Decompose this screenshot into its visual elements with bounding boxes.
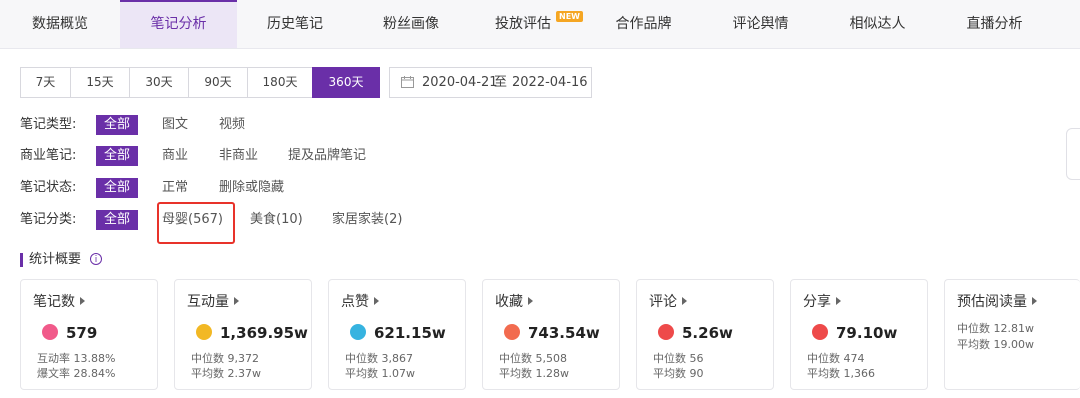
card-sub1: 互动率 13.88%: [37, 352, 116, 365]
section-title: 统计概要: [29, 252, 82, 267]
option-commercial[interactable]: 商业: [162, 146, 188, 166]
stat-card-collects[interactable]: 收藏 743.54w 中位数 5,508 平均数 1.28w: [482, 279, 620, 390]
section-bar: [20, 253, 23, 267]
tab-history-notes[interactable]: 历史笔记: [237, 0, 353, 48]
stat-card-shares[interactable]: 分享 79.10w 中位数 474 平均数 1,366: [790, 279, 928, 390]
caret-right-icon: [374, 297, 379, 305]
tab-overview[interactable]: 数据概览: [0, 0, 120, 48]
filter-label: 商业笔记:: [20, 148, 77, 163]
calendar-icon: [401, 76, 414, 88]
option-all[interactable]: 全部: [96, 178, 139, 198]
option-home[interactable]: 家居家装(2): [332, 210, 402, 230]
stat-card-likes[interactable]: 点赞 621.15w 中位数 3,867 平均数 1.07w: [328, 279, 466, 390]
caret-right-icon: [1032, 297, 1037, 305]
card-title: 点赞: [341, 291, 379, 311]
stat-card-notes[interactable]: 笔记数 579 互动率 13.88% 爆文率 28.84%: [20, 279, 158, 390]
range-15d[interactable]: 15天: [70, 67, 130, 98]
caret-right-icon: [234, 297, 239, 305]
card-sub2: 爆文率 28.84%: [37, 367, 116, 380]
caret-right-icon: [682, 297, 687, 305]
thumb-icon: [350, 324, 366, 340]
option-video[interactable]: 视频: [219, 115, 245, 135]
card-sub2: 平均数 2.37w: [191, 367, 261, 380]
card-title: 分享: [803, 291, 841, 311]
card-value: 621.15w: [374, 324, 446, 342]
caret-right-icon: [836, 297, 841, 305]
option-deleted-hidden[interactable]: 删除或隐藏: [219, 178, 284, 198]
card-sub2: 平均数 90: [653, 367, 704, 380]
card-sub1: 中位数 5,508: [499, 352, 567, 365]
card-title: 预估阅读量: [957, 291, 1037, 311]
note-icon: [42, 324, 58, 340]
tab-fans-profile[interactable]: 粉丝画像: [353, 0, 469, 48]
range-90d[interactable]: 90天: [188, 67, 248, 98]
highlight-box: [157, 202, 235, 244]
option-non-commercial[interactable]: 非商业: [219, 146, 258, 166]
stat-card-interactions[interactable]: 互动量 1,369.95w 中位数 9,372 平均数 2.37w: [174, 279, 312, 390]
date-to: 至: [494, 75, 508, 90]
tab-ad-evaluation[interactable]: 投放评估 NEW: [469, 0, 585, 48]
card-title: 评论: [649, 291, 687, 311]
card-title: 收藏: [495, 291, 533, 311]
share-icon: [812, 324, 828, 340]
filter-label: 笔记类型:: [20, 117, 77, 132]
side-panel-toggle[interactable]: [1066, 128, 1080, 180]
card-value: 5.26w: [682, 324, 733, 342]
card-sub1: 中位数 56: [653, 352, 704, 365]
caret-right-icon: [528, 297, 533, 305]
card-sub2: 平均数 1.28w: [499, 367, 569, 380]
card-title: 笔记数: [33, 291, 85, 311]
tab-live[interactable]: 直播分析: [936, 0, 1053, 48]
card-title: 互动量: [187, 291, 239, 311]
card-sub2: 平均数 1.07w: [345, 367, 415, 380]
range-360d[interactable]: 360天: [312, 67, 380, 98]
date-start: 2020-04-21: [422, 75, 498, 90]
option-all[interactable]: 全部: [96, 146, 139, 166]
date-end: 2022-04-16: [512, 75, 588, 90]
card-sub1: 中位数 3,867: [345, 352, 413, 365]
range-7d[interactable]: 7天: [20, 67, 71, 98]
range-30d[interactable]: 30天: [129, 67, 189, 98]
card-value: 79.10w: [836, 324, 898, 342]
option-all[interactable]: 全部: [96, 115, 139, 135]
top-tabs: 数据概览 笔记分析 历史笔记 粉丝画像 投放评估 NEW 合作品牌 评论舆情 相…: [0, 0, 1080, 49]
tab-comments[interactable]: 评论舆情: [702, 0, 819, 48]
option-all[interactable]: 全部: [96, 210, 139, 230]
bulb-icon: [196, 324, 212, 340]
stat-card-comments[interactable]: 评论 5.26w 中位数 56 平均数 90: [636, 279, 774, 390]
card-sub1: 中位数 474: [807, 352, 865, 365]
card-value: 579: [66, 324, 98, 342]
tab-brands[interactable]: 合作品牌: [585, 0, 702, 48]
new-badge: NEW: [556, 11, 583, 22]
comment-icon: [658, 324, 674, 340]
option-brand-mention[interactable]: 提及品牌笔记: [288, 146, 366, 166]
filter-label: 笔记分类:: [20, 212, 77, 227]
option-normal[interactable]: 正常: [162, 178, 188, 198]
date-range-group: 7天 15天 30天 90天 180天 360天: [20, 67, 380, 98]
tab-note-analysis[interactable]: 笔记分析: [120, 0, 237, 48]
card-value: 743.54w: [528, 324, 600, 342]
filter-label: 笔记状态:: [20, 180, 77, 195]
range-180d[interactable]: 180天: [247, 67, 313, 98]
caret-right-icon: [80, 297, 85, 305]
card-sub2: 平均数 19.00w: [957, 338, 1034, 351]
card-value: 1,369.95w: [220, 324, 308, 342]
tab-similar[interactable]: 相似达人: [819, 0, 936, 48]
stat-card-reads[interactable]: 预估阅读量 中位数 12.81w 平均数 19.00w: [944, 279, 1080, 390]
info-icon[interactable]: i: [90, 253, 102, 265]
card-sub2: 平均数 1,366: [807, 367, 875, 380]
card-sub1: 中位数 12.81w: [957, 322, 1034, 335]
date-picker[interactable]: 2020-04-21 至 2022-04-16: [389, 67, 592, 98]
option-image-text[interactable]: 图文: [162, 115, 188, 135]
collect-icon: [504, 324, 520, 340]
card-sub1: 中位数 9,372: [191, 352, 259, 365]
option-food[interactable]: 美食(10): [250, 210, 303, 230]
